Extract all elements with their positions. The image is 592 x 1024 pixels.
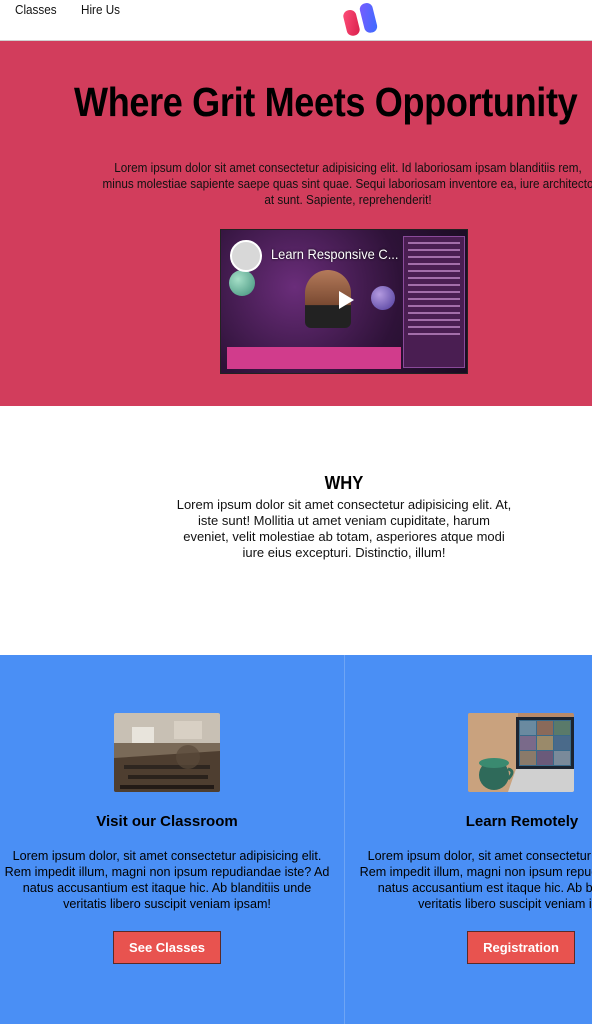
video-social-banner xyxy=(227,347,401,369)
why-text: Lorem ipsum dolor sit amet consectetur a… xyxy=(176,497,512,560)
classroom-photo xyxy=(114,713,220,792)
features-section: Visit our Classroom Lorem ipsum dolor, s… xyxy=(0,655,592,1024)
why-heading: WHY xyxy=(324,473,364,493)
features-divider xyxy=(344,655,345,1024)
feature-text: Lorem ipsum dolor, sit amet consectetur … xyxy=(359,849,592,911)
video-planet-decoration xyxy=(229,270,255,296)
remote-learning-photo xyxy=(468,713,574,792)
see-classes-button[interactable]: See Classes xyxy=(113,931,221,964)
feature-text: Lorem ipsum dolor, sit amet consectetur … xyxy=(4,849,330,911)
nav-link-classes[interactable]: Classes xyxy=(15,2,57,17)
feature-title: Learn Remotely xyxy=(465,813,579,830)
brand-logo-icon[interactable] xyxy=(342,1,384,39)
video-embed[interactable]: Learn Responsive C... xyxy=(220,229,468,374)
play-icon[interactable] xyxy=(333,288,357,312)
feature-card-remote: Learn Remotely Lorem ipsum dolor, sit am… xyxy=(355,655,592,1024)
feature-card-classroom: Visit our Classroom Lorem ipsum dolor, s… xyxy=(0,655,344,1024)
registration-button[interactable]: Registration xyxy=(467,931,575,964)
video-planet-decoration xyxy=(371,286,395,310)
top-nav: Classes Hire Us xyxy=(0,0,592,41)
feature-title: Visit our Classroom xyxy=(96,813,238,830)
hero-lead: Lorem ipsum dolor sit amet consectetur a… xyxy=(102,160,592,207)
nav-link-hire-us[interactable]: Hire Us xyxy=(81,2,120,17)
hero-section: Where Grit Meets Opportunity Lorem ipsum… xyxy=(0,41,592,406)
hero-title: Where Grit Meets Opportunity xyxy=(74,79,578,125)
channel-avatar[interactable] xyxy=(230,240,262,272)
video-chat-panel xyxy=(403,236,465,368)
video-title[interactable]: Learn Responsive C... xyxy=(271,246,405,262)
